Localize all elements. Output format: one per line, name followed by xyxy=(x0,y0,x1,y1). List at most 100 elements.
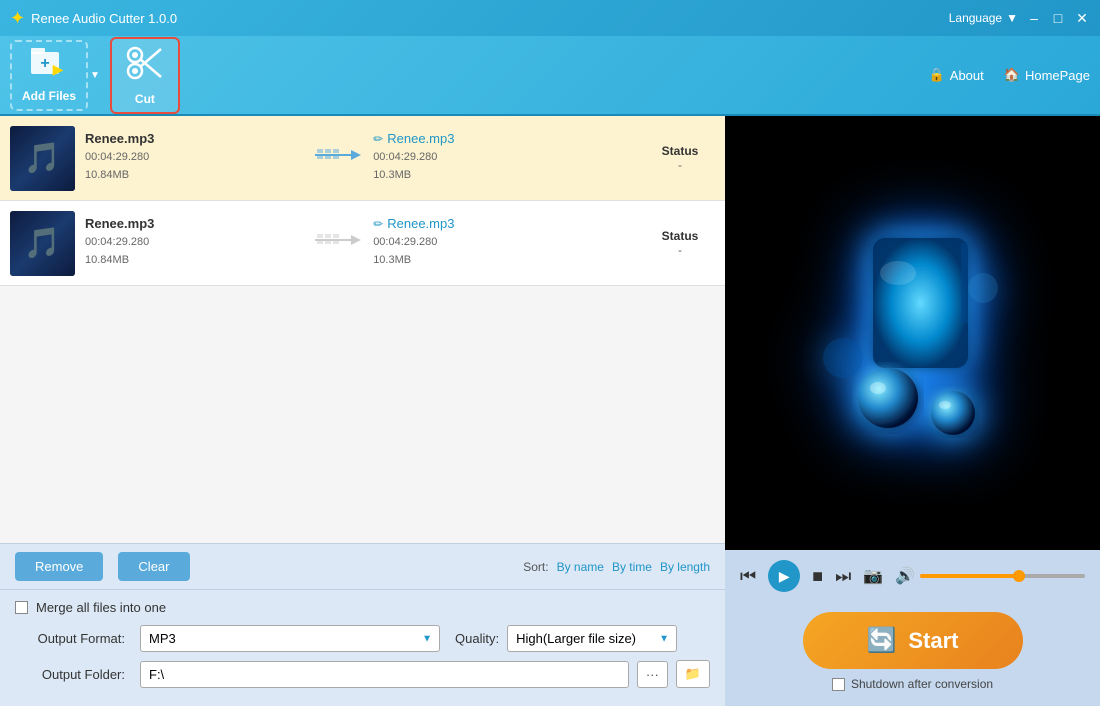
minimize-button[interactable]: – xyxy=(1026,10,1042,26)
svg-text:▶: ▶ xyxy=(53,61,64,77)
quality-wrapper: Quality: High(Larger file size) Medium L… xyxy=(455,625,677,652)
right-panel: ⏮ ▶ ■ ⏭ 📷 🔊 🔄 Start Shutdown after conve… xyxy=(725,116,1100,706)
status-value: - xyxy=(645,243,715,257)
output-size: 10.3MB xyxy=(373,252,635,270)
output-format-label: Output Format: xyxy=(15,631,125,646)
bottom-bar: Remove Clear Sort: By name By time By le… xyxy=(0,543,725,589)
file-duration: 00:04:29.280 xyxy=(85,149,303,167)
output-name: ✏ Renee.mp3 xyxy=(373,216,635,231)
start-section: 🔄 Start Shutdown after conversion xyxy=(725,602,1100,706)
start-button[interactable]: 🔄 Start xyxy=(803,612,1023,669)
play-button[interactable]: ▶ xyxy=(768,560,800,592)
remove-button[interactable]: Remove xyxy=(15,552,103,581)
file-name: Renee.mp3 xyxy=(85,131,303,146)
start-label: Start xyxy=(908,628,958,654)
table-row[interactable]: 🎵 Renee.mp3 00:04:29.280 10.84MB xyxy=(0,201,725,286)
add-files-button[interactable]: + ▶ Add Files xyxy=(10,40,88,111)
language-dropdown-icon: ▼ xyxy=(1006,11,1018,25)
file-info: Renee.mp3 00:04:29.280 10.84MB xyxy=(85,131,303,184)
status-value: - xyxy=(645,158,715,172)
merge-label: Merge all files into one xyxy=(36,600,166,615)
file-thumbnail: 🎵 xyxy=(10,211,75,276)
toolbar-right: 🔒 About 🏠 HomePage xyxy=(929,67,1090,83)
file-info: Renee.mp3 00:04:29.280 10.84MB xyxy=(85,216,303,269)
output-info: ✏ Renee.mp3 00:04:29.280 10.3MB xyxy=(373,216,635,269)
output-duration: 00:04:29.280 xyxy=(373,149,635,167)
homepage-button[interactable]: 🏠 HomePage xyxy=(1004,67,1090,83)
window-controls: Language ▼ – □ ✕ xyxy=(949,10,1090,26)
quality-select-wrapper: High(Larger file size) Medium Low xyxy=(507,625,677,652)
file-list: 🎵 Renee.mp3 00:04:29.280 10.84MB xyxy=(0,116,725,543)
edit-icon: ✏ xyxy=(373,217,383,231)
stop-button[interactable]: ■ xyxy=(812,566,823,587)
lock-icon: 🔒 xyxy=(929,67,945,83)
quality-label: Quality: xyxy=(455,631,499,646)
language-label: Language xyxy=(949,11,1002,25)
quality-select[interactable]: High(Larger file size) Medium Low xyxy=(507,625,677,652)
file-duration: 00:04:29.280 xyxy=(85,234,303,252)
output-format-row: Output Format: MP3 WAV AAC OGG FLAC Qual… xyxy=(15,625,710,652)
output-name: ✏ Renee.mp3 xyxy=(373,131,635,146)
output-format-select[interactable]: MP3 WAV AAC OGG FLAC xyxy=(140,625,440,652)
volume-icon: 🔊 xyxy=(895,566,915,586)
skip-forward-button[interactable]: ⏭ xyxy=(835,566,851,587)
home-icon: 🏠 xyxy=(1004,67,1020,83)
maximize-button[interactable]: □ xyxy=(1050,10,1066,26)
cut-label: Cut xyxy=(135,92,155,106)
status-column: Status - xyxy=(645,229,715,257)
edit-icon: ✏ xyxy=(373,132,383,146)
status-label: Status xyxy=(645,144,715,158)
output-info: ✏ Renee.mp3 00:04:29.280 10.3MB xyxy=(373,131,635,184)
merge-checkbox[interactable] xyxy=(15,601,28,614)
output-size: 10.3MB xyxy=(373,167,635,185)
merge-row: Merge all files into one xyxy=(15,600,710,615)
table-row[interactable]: 🎵 Renee.mp3 00:04:29.280 10.84MB xyxy=(0,116,725,201)
music-note-icon: 🎵 xyxy=(24,141,61,176)
media-preview xyxy=(725,116,1100,550)
sort-label: Sort: xyxy=(523,560,548,574)
arrow-icon xyxy=(313,144,363,172)
volume-thumb[interactable] xyxy=(1013,570,1025,582)
sort-by-name-button[interactable]: By name xyxy=(557,560,604,574)
volume-fill xyxy=(920,574,1019,578)
output-folder-label: Output Folder: xyxy=(15,667,125,682)
sort-by-length-button[interactable]: By length xyxy=(660,560,710,574)
arrow-icon-faded xyxy=(313,229,363,257)
app-title: Renee Audio Cutter 1.0.0 xyxy=(31,11,949,26)
scissors-icon xyxy=(125,45,165,88)
close-button[interactable]: ✕ xyxy=(1074,10,1090,26)
about-button[interactable]: 🔒 About xyxy=(929,67,984,83)
shutdown-label: Shutdown after conversion xyxy=(851,677,993,691)
app-logo: ✦ xyxy=(10,8,25,29)
shutdown-checkbox[interactable] xyxy=(832,678,845,691)
open-folder-button[interactable]: 📁 xyxy=(676,660,710,688)
add-files-label: Add Files xyxy=(22,89,76,103)
toolbar: + ▶ Add Files ▼ Cut 🔒 About xyxy=(0,36,1100,116)
main-area: 🎵 Renee.mp3 00:04:29.280 10.84MB xyxy=(0,116,1100,706)
output-folder-row: Output Folder: ··· 📁 xyxy=(15,660,710,688)
music-note-visual xyxy=(813,228,1013,438)
status-column: Status - xyxy=(645,144,715,172)
volume-slider: 🔊 xyxy=(895,566,1085,586)
left-panel: 🎵 Renee.mp3 00:04:29.280 10.84MB xyxy=(0,116,725,706)
sort-by-time-button[interactable]: By time xyxy=(612,560,652,574)
add-files-dropdown-arrow[interactable]: ▼ xyxy=(90,70,100,81)
language-selector[interactable]: Language ▼ xyxy=(949,11,1018,25)
output-format-select-wrapper: MP3 WAV AAC OGG FLAC xyxy=(140,625,440,652)
status-label: Status xyxy=(645,229,715,243)
svg-text:+: + xyxy=(40,55,49,72)
sort-section: Sort: By name By time By length xyxy=(523,560,710,574)
cut-button[interactable]: Cut xyxy=(110,37,180,114)
add-files-wrapper: + ▶ Add Files ▼ xyxy=(10,40,100,111)
start-icon: 🔄 xyxy=(866,626,896,655)
shutdown-row: Shutdown after conversion xyxy=(832,677,993,691)
clear-button[interactable]: Clear xyxy=(118,552,189,581)
volume-track[interactable] xyxy=(920,574,1085,578)
browse-button[interactable]: ··· xyxy=(637,661,668,688)
music-note-icon: 🎵 xyxy=(24,226,61,261)
screenshot-button[interactable]: 📷 xyxy=(863,566,883,586)
player-controls: ⏮ ▶ ■ ⏭ 📷 🔊 xyxy=(725,550,1100,602)
output-folder-input[interactable] xyxy=(140,661,629,688)
file-size: 10.84MB xyxy=(85,252,303,270)
skip-back-button[interactable]: ⏮ xyxy=(740,566,756,587)
